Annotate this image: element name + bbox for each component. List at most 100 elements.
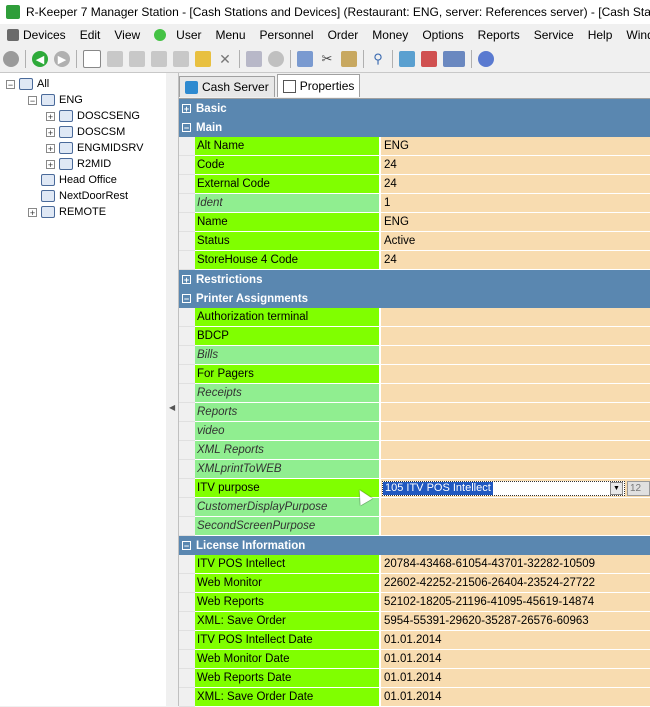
property-row[interactable]: XML: Save Order 5954-55391-29620-35287-26…: [179, 612, 650, 631]
property-value[interactable]: 01.01.2014: [381, 688, 650, 707]
property-row[interactable]: Web Monitor Date 01.01.2014: [179, 650, 650, 669]
property-value[interactable]: [381, 403, 650, 422]
paste-icon[interactable]: [341, 51, 357, 67]
dropdown-arrow-icon[interactable]: ▼: [610, 482, 623, 495]
property-row[interactable]: Bills: [179, 346, 650, 365]
property-row[interactable]: CustomerDisplayPurpose: [179, 498, 650, 517]
property-row[interactable]: Receipts: [179, 384, 650, 403]
property-value[interactable]: [381, 384, 650, 403]
property-value[interactable]: 52102-18205-21196-41095-45619-14874: [381, 593, 650, 612]
property-value[interactable]: 01.01.2014: [381, 669, 650, 688]
section-restrictions[interactable]: + Restrictions: [179, 270, 650, 289]
tree-node-station[interactable]: + DOSCSENG: [46, 108, 140, 124]
property-row[interactable]: Ident 1: [179, 194, 650, 213]
menu-devices[interactable]: Devices: [0, 28, 73, 42]
tree-node-all[interactable]: − All: [6, 76, 49, 92]
settings-icon[interactable]: [478, 51, 494, 67]
tab-cash-server[interactable]: Cash Server: [179, 76, 275, 97]
property-row[interactable]: SecondScreenPurpose: [179, 517, 650, 536]
collapse-icon[interactable]: −: [182, 541, 191, 551]
refresh-icon[interactable]: [3, 51, 19, 67]
tree-node-restaurant[interactable]: Head Office: [41, 172, 117, 188]
property-row[interactable]: Reports: [179, 403, 650, 422]
itv-purpose-select[interactable]: 105 ITV POS Intellect ▼: [382, 481, 625, 496]
shapes-icon[interactable]: [421, 51, 437, 67]
property-value[interactable]: 24: [381, 175, 650, 194]
section-main[interactable]: − Main: [179, 118, 650, 137]
menu-service[interactable]: Service: [527, 28, 581, 42]
property-row[interactable]: ITV POS Intellect Date 01.01.2014: [179, 631, 650, 650]
tree-node-restaurant[interactable]: NextDoorRest: [41, 188, 128, 204]
property-value[interactable]: Active: [381, 232, 650, 251]
tab-properties[interactable]: Properties: [276, 74, 361, 97]
save-icon[interactable]: [246, 51, 262, 67]
expand-icon[interactable]: +: [46, 143, 55, 153]
property-value[interactable]: [381, 498, 650, 517]
property-value[interactable]: [381, 308, 650, 327]
property-value[interactable]: [381, 460, 650, 479]
expand-icon[interactable]: +: [46, 159, 55, 169]
delete-icon[interactable]: ✕: [217, 51, 233, 67]
property-row[interactable]: For Pagers: [179, 365, 650, 384]
property-row[interactable]: Authorization terminal: [179, 308, 650, 327]
menu-reports[interactable]: Reports: [471, 28, 527, 42]
splitter-arrow-icon[interactable]: ◀: [169, 403, 175, 412]
property-row[interactable]: BDCP: [179, 327, 650, 346]
cut-icon[interactable]: ✂: [319, 51, 335, 67]
expand-icon[interactable]: +: [182, 275, 191, 285]
section-basic[interactable]: + Basic: [179, 99, 650, 118]
grid-view-icon[interactable]: [443, 51, 465, 67]
property-value[interactable]: [381, 327, 650, 346]
edit-icon[interactable]: [129, 51, 145, 67]
collapse-icon[interactable]: −: [28, 95, 37, 105]
code-spin-field[interactable]: 12: [627, 481, 650, 496]
folder-icon[interactable]: [195, 51, 211, 67]
property-value[interactable]: [381, 365, 650, 384]
property-row[interactable]: Web Reports 52102-18205-21196-41095-45619…: [179, 593, 650, 612]
property-row[interactable]: External Code 24: [179, 175, 650, 194]
cancel-icon[interactable]: [268, 51, 284, 67]
menu-edit[interactable]: Edit: [73, 28, 108, 42]
section-license[interactable]: − License Information: [179, 536, 650, 555]
property-row[interactable]: Web Reports Date 01.01.2014: [179, 669, 650, 688]
property-row[interactable]: ITV POS Intellect 20784-43468-61054-43701…: [179, 555, 650, 574]
collapse-icon[interactable]: −: [6, 79, 15, 89]
tree-node-restaurant[interactable]: + REMOTE: [28, 204, 106, 220]
property-value[interactable]: 01.01.2014: [381, 650, 650, 669]
property-row[interactable]: XML: Save Order Date 01.01.2014: [179, 688, 650, 707]
property-row[interactable]: Web Monitor 22602-42252-21506-26404-23524…: [179, 574, 650, 593]
menu-options[interactable]: Options: [415, 28, 470, 42]
menu-window[interactable]: Window: [619, 28, 650, 42]
menu-help[interactable]: Help: [581, 28, 620, 42]
property-value[interactable]: [381, 517, 650, 536]
property-row[interactable]: ITV purpose 105 ITV POS Intellect ▼ 12: [179, 479, 650, 498]
menu-order[interactable]: Order: [321, 28, 366, 42]
property-row[interactable]: XMLprintToWEB: [179, 460, 650, 479]
property-row[interactable]: Code 24: [179, 156, 650, 175]
forward-icon[interactable]: ▶: [54, 51, 70, 67]
tree-node-station[interactable]: + ENGMIDSRV: [46, 140, 143, 156]
property-row[interactable]: Alt Name ENG: [179, 137, 650, 156]
new-icon[interactable]: [83, 50, 101, 68]
menu-money[interactable]: Money: [365, 28, 415, 42]
back-icon[interactable]: ◀: [32, 51, 48, 67]
property-row[interactable]: XML Reports: [179, 441, 650, 460]
menu-menu[interactable]: Menu: [209, 28, 253, 42]
menu-view[interactable]: View: [107, 28, 147, 42]
tools-icon[interactable]: [399, 51, 415, 67]
property-value[interactable]: 1: [381, 194, 650, 213]
expand-icon[interactable]: +: [182, 104, 191, 114]
tree-node-station[interactable]: + DOSCSM: [46, 124, 125, 140]
property-value[interactable]: [381, 441, 650, 460]
property-value[interactable]: 24: [381, 251, 650, 270]
section-printer[interactable]: − Printer Assignments: [179, 289, 650, 308]
expand-icon[interactable]: +: [46, 111, 55, 121]
tree-node-restaurant[interactable]: − ENG: [28, 92, 83, 108]
property-value[interactable]: ENG: [381, 137, 650, 156]
collapse-icon[interactable]: −: [182, 294, 191, 304]
collapse-icon[interactable]: −: [182, 123, 191, 133]
property-value[interactable]: 20784-43468-61054-43701-32282-10509: [381, 555, 650, 574]
menu-personnel[interactable]: Personnel: [253, 28, 321, 42]
tree-node-station[interactable]: + R2MID: [46, 156, 111, 172]
property-row[interactable]: video: [179, 422, 650, 441]
